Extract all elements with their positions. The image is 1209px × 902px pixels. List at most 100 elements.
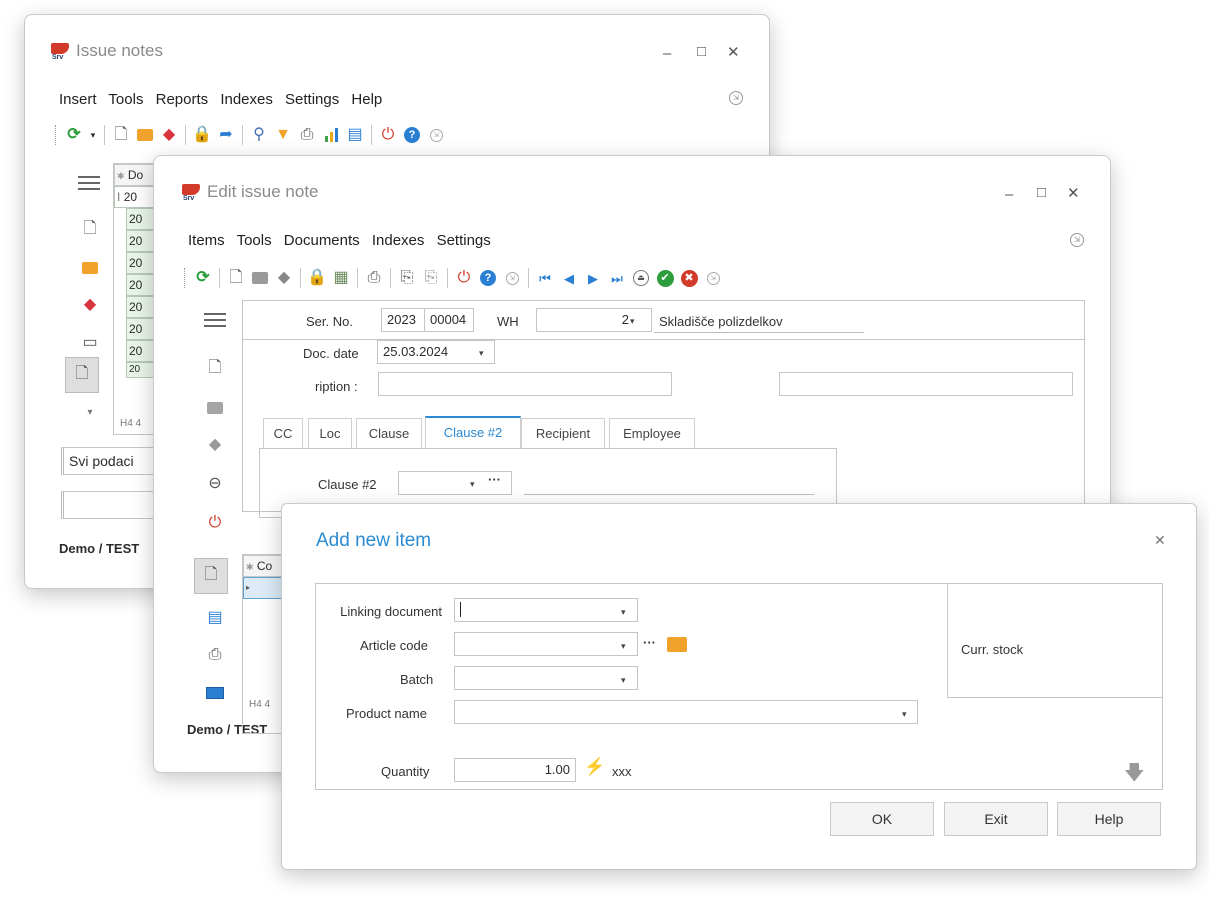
menu-reports[interactable]: Reports	[156, 91, 209, 108]
new-item-icon[interactable]: 🗋	[194, 558, 228, 594]
grid-navigator[interactable]: H4 4	[120, 418, 141, 429]
maximize-button[interactable]: □	[697, 43, 706, 60]
menu-settings[interactable]: Settings	[285, 91, 339, 108]
ser-year-field[interactable]: 2023	[381, 308, 425, 332]
confirm-icon[interactable]: ✔	[655, 268, 675, 288]
hamburger-menu-icon[interactable]	[204, 313, 226, 327]
menu-indexes[interactable]: Indexes	[372, 232, 425, 249]
open-folder-icon[interactable]	[250, 268, 270, 288]
new-item-icon[interactable]: 🗋	[65, 357, 99, 393]
dropdown-arrow-icon[interactable]: ▾	[621, 607, 626, 618]
dropdown-arrow-icon[interactable]: ▾	[902, 709, 907, 720]
eraser-icon[interactable]: ◆	[274, 268, 294, 288]
eraser-icon[interactable]: ◆	[159, 125, 179, 145]
menu-indexes[interactable]: Indexes	[220, 91, 273, 108]
zoom-out-icon[interactable]: ⊖	[202, 472, 228, 494]
cancel-icon[interactable]: ✖	[679, 268, 699, 288]
new-document-icon[interactable]: 🗋	[77, 219, 103, 241]
close-button[interactable]: ✕	[1154, 532, 1166, 549]
dialog-title: Add new item	[316, 530, 432, 551]
menu-tools[interactable]: Tools	[108, 91, 143, 108]
ellipsis-button[interactable]: ···	[643, 635, 656, 650]
open-folder-icon[interactable]	[202, 397, 228, 419]
paste-icon[interactable]: ⎘	[421, 268, 441, 288]
article-code-select[interactable]	[454, 632, 638, 656]
menu-insert[interactable]: Insert	[59, 91, 97, 108]
help-icon[interactable]: ?	[478, 268, 498, 288]
open-folder-icon[interactable]	[77, 257, 103, 279]
search-icon[interactable]: ⚲	[249, 125, 269, 145]
collapse-menu-icon[interactable]: ⇲	[729, 91, 743, 105]
power-icon[interactable]: ⏻	[202, 512, 228, 534]
wh-name: Skladišče polizdelkov	[659, 314, 783, 329]
quantity-input[interactable]: 1.00	[454, 758, 576, 782]
eraser-icon[interactable]: ◆	[202, 433, 228, 455]
eraser-icon[interactable]: ◆	[77, 293, 103, 315]
new-document-icon[interactable]: 🗋	[226, 268, 246, 288]
print-icon[interactable]: ⎙	[297, 125, 317, 145]
menu-items[interactable]: Items	[188, 232, 225, 249]
new-document-icon[interactable]: 🗋	[111, 125, 131, 145]
monitor-icon[interactable]: ▭	[77, 331, 103, 353]
more-icon[interactable]: ▾	[77, 401, 103, 423]
minimize-button[interactable]: –	[663, 45, 671, 62]
product-name-select[interactable]	[454, 700, 918, 724]
filter-input[interactable]	[61, 491, 161, 519]
report-view-icon[interactable]: ▤	[345, 125, 365, 145]
close-button[interactable]: ✕	[727, 43, 740, 61]
next-record-icon[interactable]: ▶	[583, 268, 603, 288]
linking-document-select[interactable]	[454, 598, 638, 622]
refresh-icon[interactable]: ⟳	[193, 268, 213, 288]
power-icon[interactable]: ⏻	[454, 268, 474, 288]
dropdown-arrow-icon[interactable]: ▾	[630, 316, 635, 327]
open-folder-icon[interactable]	[667, 637, 687, 652]
lightning-icon[interactable]: ⚡	[584, 757, 605, 777]
app-logo-icon: Srv	[182, 184, 200, 202]
app-logo-icon: Srv	[51, 43, 69, 61]
down-arrow-icon[interactable]: 🡇	[1124, 758, 1145, 792]
first-record-icon[interactable]: ⏮	[535, 268, 555, 288]
exit-button[interactable]: Exit	[944, 802, 1048, 836]
last-record-icon[interactable]: ⏭	[607, 268, 627, 288]
hamburger-menu-icon[interactable]	[78, 176, 100, 190]
menu-help[interactable]: Help	[351, 91, 382, 108]
new-document-icon[interactable]: 🗋	[202, 358, 228, 380]
minimize-button[interactable]: –	[1005, 186, 1013, 203]
ok-button[interactable]: OK	[830, 802, 934, 836]
forward-arrow-icon[interactable]: ➦	[216, 125, 236, 145]
print-icon[interactable]: ⎙	[202, 644, 228, 666]
ser-number-field[interactable]: 00004	[424, 308, 474, 332]
menu-settings[interactable]: Settings	[437, 232, 491, 249]
eject-icon[interactable]: ⏏	[631, 268, 651, 288]
dropdown-arrow-icon[interactable]: ▾	[621, 641, 626, 652]
print-icon[interactable]: ⎙	[364, 268, 384, 288]
batch-select[interactable]	[454, 666, 638, 690]
dropdown-arrow-icon[interactable]: ▾	[88, 125, 98, 145]
collapse-toolbar-icon[interactable]: ⇲	[426, 125, 446, 145]
lock-icon[interactable]: 🔒	[192, 125, 212, 145]
filter-select[interactable]: Svi podaci	[61, 447, 161, 475]
collapse-toolbar-icon[interactable]: ⇲	[502, 268, 522, 288]
maximize-button[interactable]: □	[1037, 184, 1046, 201]
copy-icon[interactable]: ⎘	[397, 268, 417, 288]
report-view-icon[interactable]: ▤	[202, 606, 228, 628]
menu-tools[interactable]: Tools	[237, 232, 272, 249]
help-icon[interactable]: ?	[402, 125, 422, 145]
previous-record-icon[interactable]: ◀	[559, 268, 579, 288]
help-button[interactable]: Help	[1057, 802, 1161, 836]
collapse-toolbar-icon[interactable]: ⇲	[703, 268, 723, 288]
table-icon[interactable]: ▦	[331, 268, 351, 288]
chart-icon[interactable]	[321, 125, 341, 145]
dropdown-arrow-icon[interactable]: ▾	[621, 675, 626, 686]
open-folder-icon[interactable]	[135, 125, 155, 145]
collapse-menu-icon[interactable]: ⇲	[1070, 233, 1084, 247]
grid-navigator[interactable]: H4 4	[249, 699, 270, 710]
columns-icon[interactable]	[202, 682, 228, 704]
refresh-icon[interactable]: ⟳	[64, 125, 84, 145]
filter-icon[interactable]: ▼	[273, 125, 293, 145]
close-button[interactable]: ✕	[1067, 184, 1080, 202]
power-icon[interactable]: ⏻	[378, 125, 398, 145]
window-title: Issue notes	[76, 41, 163, 60]
lock-icon[interactable]: 🔒	[307, 268, 327, 288]
menu-documents[interactable]: Documents	[284, 232, 360, 249]
